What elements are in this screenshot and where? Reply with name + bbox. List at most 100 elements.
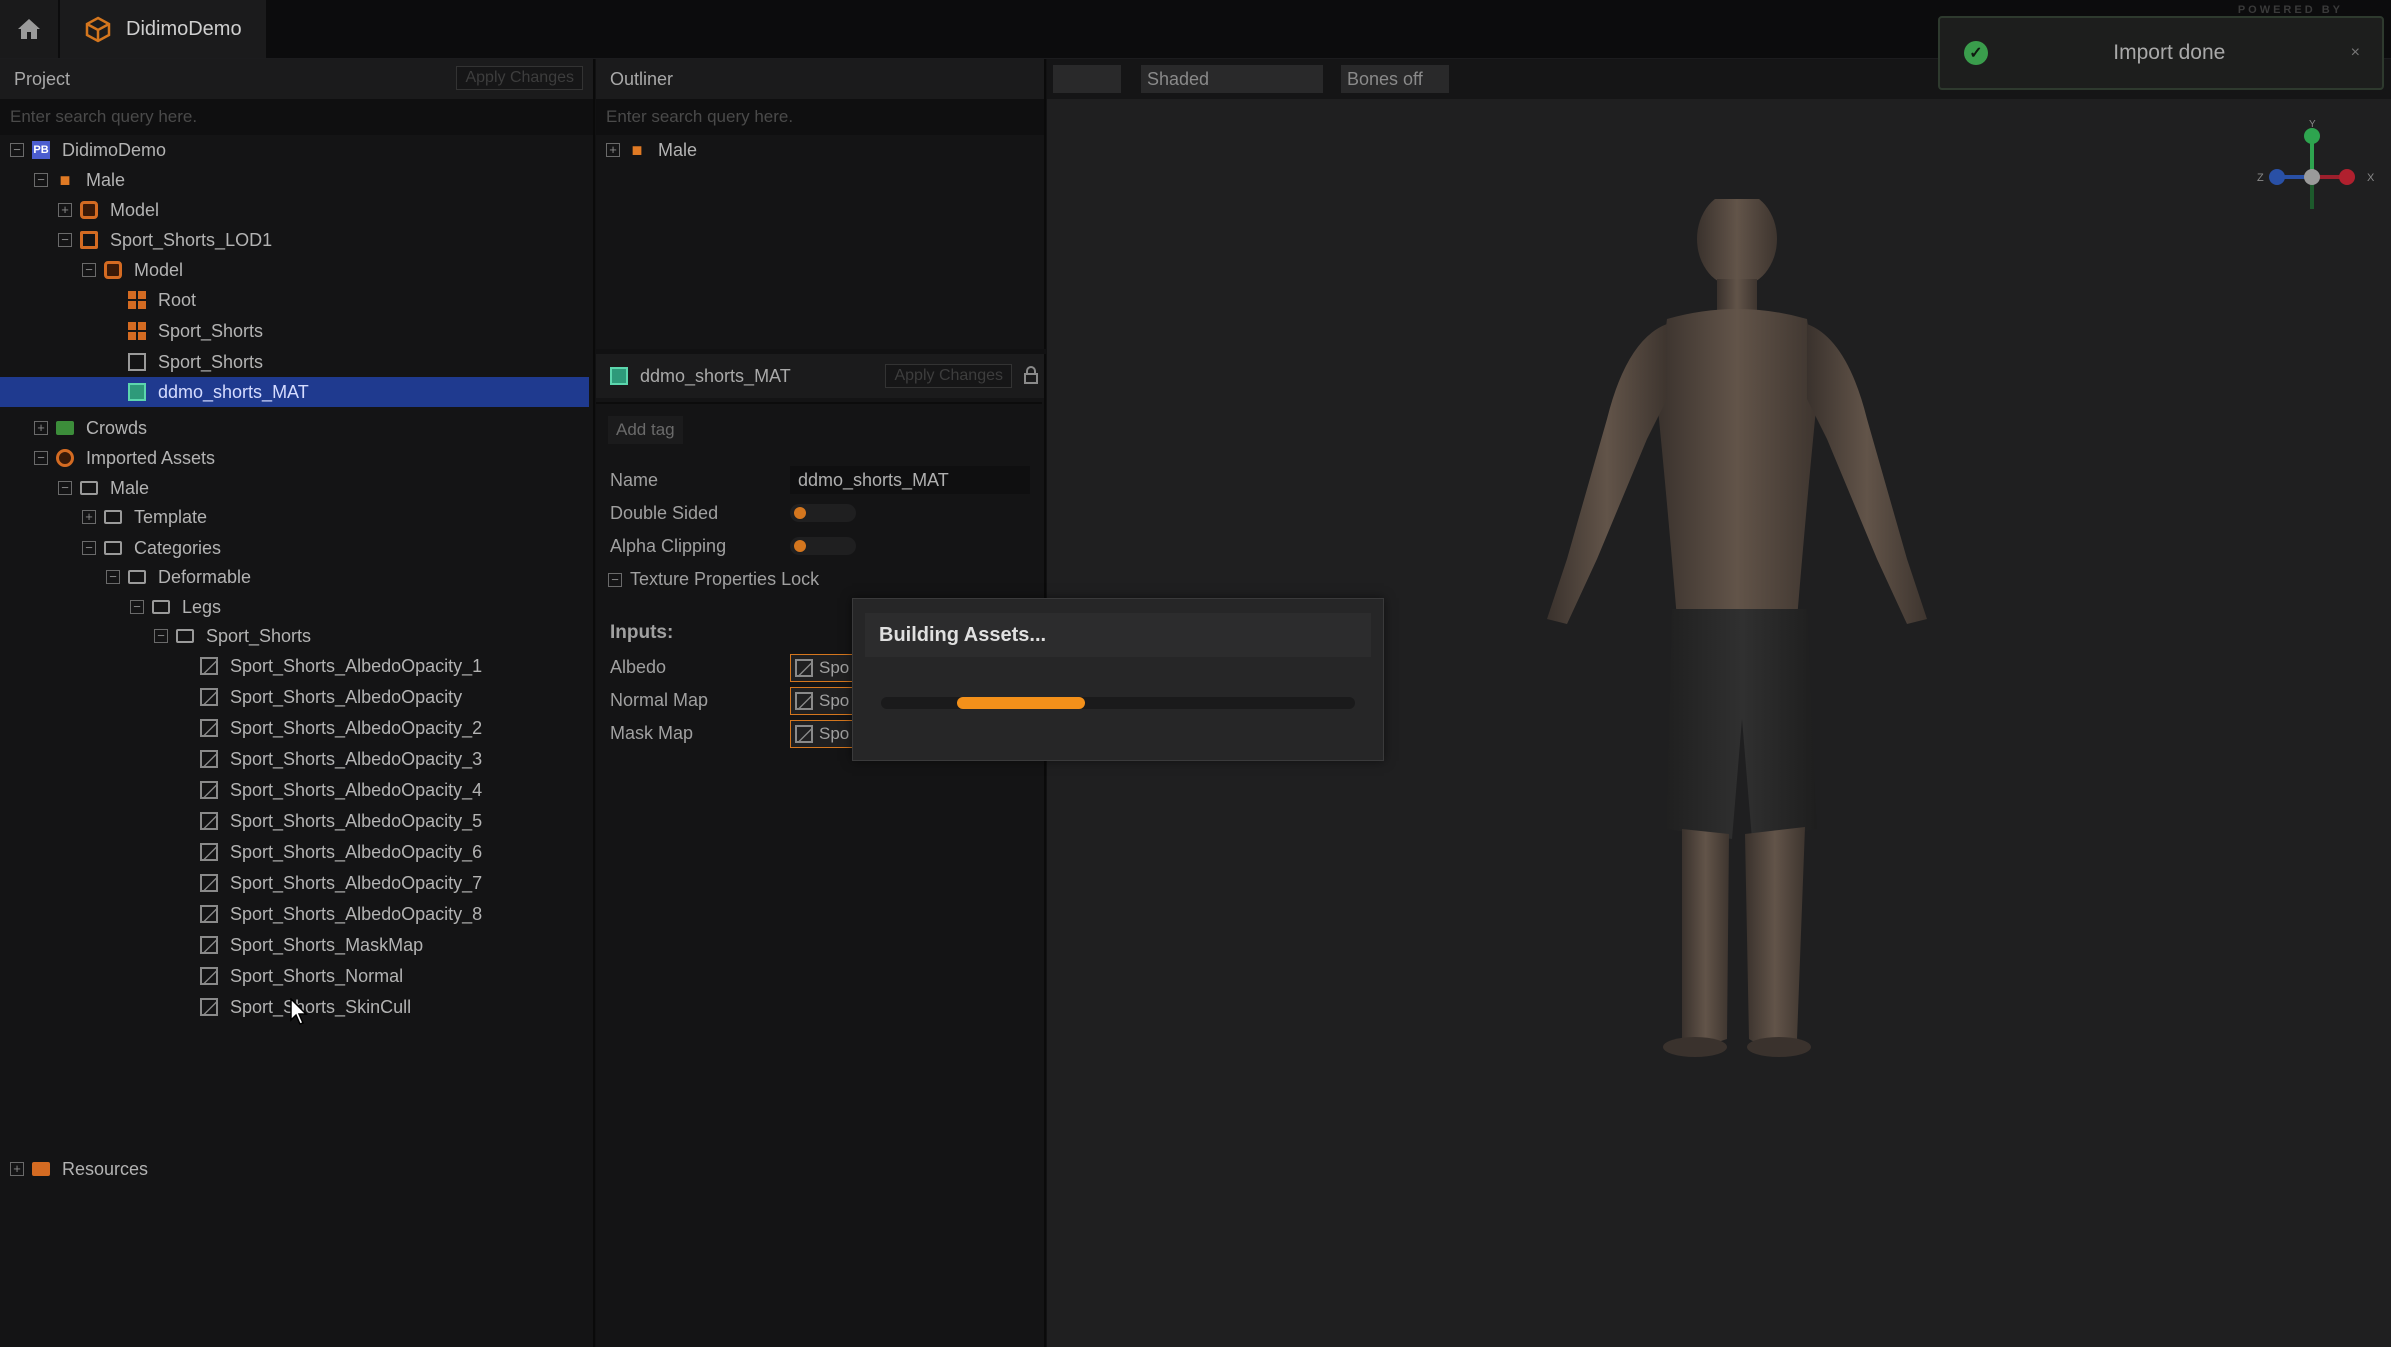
project-tree-item[interactable]: − Sport_Shorts_LOD1 [0,225,589,255]
shading-dropdown[interactable]: Shaded [1141,65,1323,93]
project-apply-button[interactable]: Apply Changes [456,66,583,90]
project-tree-item[interactable]: Sport_Shorts_AlbedoOpacity_6 [0,837,589,867]
mesh-icon [128,353,146,371]
gizmo-y-label: Y [2309,119,2316,130]
albedo-slot[interactable]: Spo [790,654,856,682]
mask-map-slot[interactable]: Spo [790,720,856,748]
project-tree-item[interactable]: + Crowds [0,413,589,443]
outliner-search-input[interactable]: Enter search query here. [596,99,1044,135]
normal-map-slot[interactable]: Spo [790,687,856,715]
folder-icon [152,600,170,614]
name-field-value: ddmo_shorts_MAT [798,469,949,490]
outliner-item-label: Male [658,139,698,160]
expand-toggle[interactable]: + [606,143,620,157]
model-icon [80,201,98,219]
collapse-toggle[interactable]: − [154,629,168,643]
project-icon: PB [32,141,50,159]
check-icon: ✓ [1964,41,1988,65]
project-tree-item[interactable]: Sport_Shorts_AlbedoOpacity_7 [0,868,589,898]
texture-icon [200,874,218,892]
collapse-toggle[interactable]: − [608,572,622,587]
project-tree-item-label: Root [158,289,197,310]
expand-toggle[interactable]: + [34,421,48,435]
project-tree-item[interactable]: − Categories [0,533,589,563]
app-tab[interactable]: DidimoDemo [60,0,266,58]
project-tree-item[interactable]: − Imported Assets [0,443,589,473]
project-tree-item[interactable]: Sport_Shorts [0,347,589,377]
project-tree-item[interactable]: Sport_Shorts_AlbedoOpacity_5 [0,806,589,836]
albedo-label: Albedo [610,657,667,677]
project-tree-item[interactable]: Sport_Shorts_AlbedoOpacity_1 [0,651,589,681]
mask-map-label: Mask Map [610,723,694,743]
avatar-icon: ■ [59,169,71,190]
project-tree-item[interactable]: + Model [0,195,589,225]
cube-icon [85,16,111,43]
add-tag-button[interactable]: Add tag [608,416,683,444]
texture-icon [795,692,813,710]
folder-icon [128,570,146,584]
normal-map-slot-value: Spo [819,691,850,710]
project-tree-item[interactable]: ddmo_shorts_MAT [0,377,589,407]
avatar-icon: ■ [631,139,643,160]
project-tree-item[interactable]: Sport_Shorts_AlbedoOpacity [0,682,589,712]
outliner-item[interactable]: + ■ Male [596,135,1040,165]
expand-toggle[interactable]: + [82,510,96,524]
project-tree-item-label: Sport_Shorts_AlbedoOpacity_2 [230,717,483,738]
project-tree-item[interactable]: − Deformable [0,562,589,592]
material-icon [610,367,628,385]
project-tree-item-label: Model [110,199,160,220]
folder-icon [56,421,74,435]
project-tree-item[interactable]: Sport_Shorts_Normal [0,961,589,991]
progress-fill [956,697,1085,709]
project-tree-item-label: Sport_Shorts_Normal [230,965,404,986]
project-tree-item[interactable]: − ■ Male [0,165,589,195]
name-field[interactable]: ddmo_shorts_MAT [790,466,1030,494]
properties-apply-button[interactable]: Apply Changes [885,364,1012,388]
close-icon[interactable]: × [2351,44,2360,62]
project-tree-item-label: Sport_Shorts_SkinCull [230,996,412,1017]
collapse-toggle[interactable]: − [82,541,96,555]
project-tree-item[interactable]: Sport_Shorts_AlbedoOpacity_8 [0,899,589,929]
texture-icon [200,657,218,675]
alpha-clipping-toggle[interactable] [790,537,856,555]
axis-gizmo-icon[interactable]: Y X Z [2247,114,2377,244]
camera-dropdown[interactable] [1053,65,1121,93]
lock-icon[interactable] [1024,366,1038,384]
expand-toggle[interactable]: + [10,1162,24,1176]
collapse-toggle[interactable]: − [58,233,72,247]
project-tree-item[interactable]: − Sport_Shorts [0,621,589,651]
collapse-toggle[interactable]: − [82,263,96,277]
project-tree-item[interactable]: Sport_Shorts_MaskMap [0,930,589,960]
project-tree-item[interactable]: Sport_Shorts_AlbedoOpacity_3 [0,744,589,774]
texture-icon [200,905,218,923]
texture-icon [200,719,218,737]
home-button[interactable] [0,0,58,58]
texture-lock-row[interactable]: − Texture Properties Lock [608,569,819,590]
project-tree-item[interactable]: Sport_Shorts [0,316,589,346]
expand-toggle[interactable]: + [58,203,72,217]
texture-icon [200,781,218,799]
project-tree-item[interactable]: Root [0,285,589,315]
collapse-toggle[interactable]: − [106,570,120,584]
project-tree-item[interactable]: + Resources [0,1154,589,1184]
project-tree-item[interactable]: − Male [0,473,589,503]
properties-header: ddmo_shorts_MAT Apply Changes [596,354,1044,398]
material-icon [128,383,146,401]
project-tree-item[interactable]: − PB DidimoDemo [0,135,589,165]
project-tree-item[interactable]: − Model [0,255,589,285]
double-sided-toggle[interactable] [790,504,856,522]
collapse-toggle[interactable]: − [10,143,24,157]
project-tree-item-label: Imported Assets [86,447,216,468]
collapse-toggle[interactable]: − [130,600,144,614]
project-tree-item-label: Sport_Shorts [158,351,264,372]
project-tree-item[interactable]: + Template [0,502,589,532]
collapse-toggle[interactable]: − [34,173,48,187]
inputs-heading: Inputs: [610,622,674,643]
project-search-input[interactable]: Enter search query here. [0,99,593,135]
collapse-toggle[interactable]: − [34,451,48,465]
collapse-toggle[interactable]: − [58,481,72,495]
bones-toggle[interactable]: Bones off [1341,65,1449,93]
project-tree-item[interactable]: Sport_Shorts_AlbedoOpacity_2 [0,713,589,743]
project-tree-item[interactable]: Sport_Shorts_AlbedoOpacity_4 [0,775,589,805]
project-tree-item[interactable]: − Legs [0,592,589,622]
